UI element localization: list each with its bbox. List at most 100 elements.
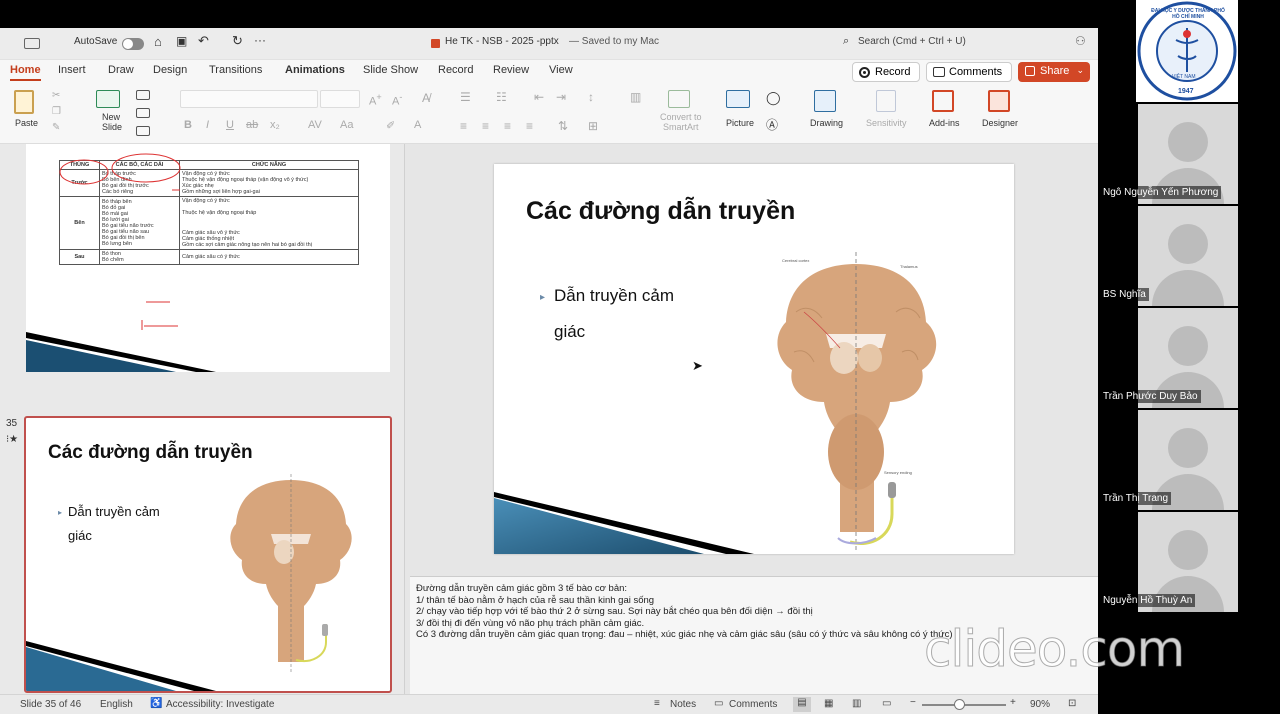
tab-review[interactable]: Review — [493, 64, 529, 76]
align-left-icon[interactable]: ≡ — [460, 119, 467, 133]
fit-slide-icon[interactable]: ⊡ — [1068, 698, 1076, 709]
clipboard-icon — [14, 90, 34, 114]
language-indicator[interactable]: English — [100, 699, 133, 710]
smartart-icon — [668, 90, 690, 108]
search-box[interactable]: Search (Cmd + Ctrl + U) — [858, 36, 966, 47]
new-slide-button[interactable]: New Slide — [94, 88, 130, 138]
strikethrough-icon[interactable]: ab — [246, 119, 258, 131]
font-color-icon[interactable]: A — [414, 119, 421, 131]
increase-font-icon[interactable]: A+ — [369, 92, 382, 108]
bullet-line-1[interactable]: Dẫn truyền cảm — [554, 286, 674, 306]
italic-icon[interactable]: I — [206, 119, 209, 131]
bullet-line-2[interactable]: giác — [554, 322, 585, 342]
home-icon[interactable]: ⌂ — [154, 34, 162, 49]
decrease-font-icon[interactable]: A- — [392, 92, 402, 108]
zoom-in-icon[interactable]: + — [1010, 697, 1016, 708]
format-painter-icon[interactable]: ✎ — [52, 122, 60, 133]
highlight-icon[interactable]: ✐ — [386, 119, 395, 132]
addins-button[interactable]: Add-ins — [926, 88, 966, 138]
slide-thumbnail-35[interactable]: Các đường dẫn truyền ▸ Dẫn truyền cảm gi… — [24, 416, 392, 693]
align-center-icon[interactable]: ≡ — [482, 119, 489, 133]
text-direction-icon[interactable]: ⇅ — [558, 119, 568, 133]
zoom-slider-thumb[interactable] — [954, 699, 965, 710]
tab-home[interactable]: Home — [10, 64, 41, 81]
main-slide-canvas[interactable]: Các đường dẫn truyền ▸ Dẫn truyền cảm gi… — [494, 164, 1014, 554]
slideshow-icon[interactable]: ▭ — [882, 698, 891, 709]
copy-icon[interactable]: ❐ — [52, 106, 61, 117]
tab-insert[interactable]: Insert — [58, 64, 86, 76]
bold-icon[interactable]: B — [184, 119, 192, 131]
subscript-icon[interactable]: x₂ — [270, 119, 280, 131]
document-title[interactable]: He TK - NSB - 2025 -pptx — [445, 36, 559, 47]
cut-icon[interactable]: ✂ — [52, 90, 60, 101]
textbox-icon[interactable]: Ⓐ — [766, 116, 778, 133]
label-sensory-ending: Sensory ending — [884, 470, 912, 475]
align-right-icon[interactable]: ≡ — [504, 119, 511, 133]
section-icon[interactable] — [136, 126, 150, 136]
numbering-icon[interactable]: ☷ — [496, 90, 507, 104]
slide-decoration-band — [494, 492, 1014, 554]
undo-icon[interactable]: ↶ — [198, 33, 209, 49]
saved-status[interactable]: — Saved to my Mac — [569, 36, 659, 47]
drawing-button[interactable]: Drawing — [808, 88, 852, 138]
char-spacing-icon[interactable]: AV — [308, 119, 322, 131]
convert-smartart-button[interactable]: Convert to SmartArt — [656, 88, 712, 138]
underline-icon[interactable]: U — [226, 119, 234, 131]
normal-view-icon[interactable]: ▤ — [793, 697, 811, 712]
indent-more-icon[interactable]: ⇥ — [556, 90, 566, 104]
tab-view[interactable]: View — [549, 64, 573, 76]
accessibility-status[interactable]: Accessibility: Investigate — [166, 699, 274, 710]
picture-button[interactable]: Picture — [722, 88, 762, 138]
participant-name: Nguyễn Hồ Thuỳ An — [1100, 594, 1196, 607]
slide-title[interactable]: Các đường dẫn truyền — [526, 197, 795, 226]
tab-slide-show[interactable]: Slide Show — [363, 64, 418, 76]
shapes-icon[interactable]: ◯ — [766, 90, 781, 106]
zoom-slider[interactable] — [922, 699, 1006, 710]
line-spacing-icon[interactable]: ↕ — [588, 90, 594, 104]
participant-tile[interactable]: Trần Phước Duy Bảo — [1098, 308, 1280, 410]
notes-toggle[interactable]: Notes — [670, 699, 696, 710]
align-text-icon[interactable]: ⊞ — [588, 119, 598, 133]
slide-thumbnail-panel[interactable]: THÙNG CÁC BÓ, CÁC DẢI CHỨC NĂNG Trước Bó… — [0, 144, 405, 714]
font-name-box[interactable] — [180, 90, 318, 108]
top-black-bar — [0, 0, 1280, 28]
tab-transitions[interactable]: Transitions — [209, 64, 262, 76]
comments-button[interactable]: Comments — [926, 62, 1012, 82]
comment-icon — [933, 67, 945, 77]
share-button[interactable]: Share ⌄ — [1018, 62, 1090, 82]
slide-thumbnail-34[interactable]: THÙNG CÁC BÓ, CÁC DẢI CHỨC NĂNG Trước Bó… — [26, 144, 390, 372]
change-case-icon[interactable]: Aa — [340, 119, 353, 131]
bullets-icon[interactable]: ☰ — [460, 90, 471, 104]
participant-tile[interactable]: Trần Thị Trang — [1098, 410, 1280, 512]
layout-icon[interactable] — [136, 90, 150, 100]
comments-toggle[interactable]: Comments — [729, 699, 777, 710]
slide-sorter-icon[interactable]: ▦ — [824, 698, 833, 709]
justify-icon[interactable]: ≡ — [526, 119, 533, 133]
clear-format-icon[interactable]: A̸ — [422, 91, 430, 105]
sensitivity-button[interactable]: Sensitivity — [864, 88, 912, 138]
font-size-box[interactable] — [320, 90, 360, 108]
designer-button[interactable]: Designer — [978, 88, 1024, 138]
sidebar-toggle-icon[interactable] — [24, 38, 40, 49]
collab-icon[interactable]: ⚇ — [1075, 34, 1086, 48]
reading-view-icon[interactable]: ▥ — [852, 698, 861, 709]
paste-button[interactable]: Paste — [10, 88, 44, 138]
reset-icon[interactable] — [136, 108, 150, 118]
indent-less-icon[interactable]: ⇤ — [534, 90, 544, 104]
autosave-toggle[interactable] — [122, 38, 144, 50]
participant-tile[interactable]: BS Nghĩa — [1098, 206, 1280, 308]
save-icon[interactable]: ▣ — [176, 34, 187, 48]
redo-icon[interactable]: ↻ — [232, 33, 243, 49]
notes-line: 2/ chạy vào tiếp hợp với tế bào thứ 2 ở … — [416, 606, 813, 617]
tab-animations[interactable]: Animations — [285, 64, 345, 76]
participant-tile[interactable]: Ngô Nguyễn Yến Phương — [1098, 104, 1280, 206]
columns-icon[interactable]: ▥ — [630, 90, 641, 104]
participant-tile[interactable]: Nguyễn Hồ Thuỳ An — [1098, 512, 1280, 614]
tab-design[interactable]: Design — [153, 64, 187, 76]
tab-record[interactable]: Record — [438, 64, 473, 76]
tab-draw[interactable]: Draw — [108, 64, 134, 76]
zoom-out-icon[interactable]: − — [910, 697, 916, 708]
more-icon[interactable]: ··· — [254, 33, 266, 47]
record-button[interactable]: Record — [852, 62, 920, 82]
zoom-level[interactable]: 90% — [1030, 699, 1050, 710]
